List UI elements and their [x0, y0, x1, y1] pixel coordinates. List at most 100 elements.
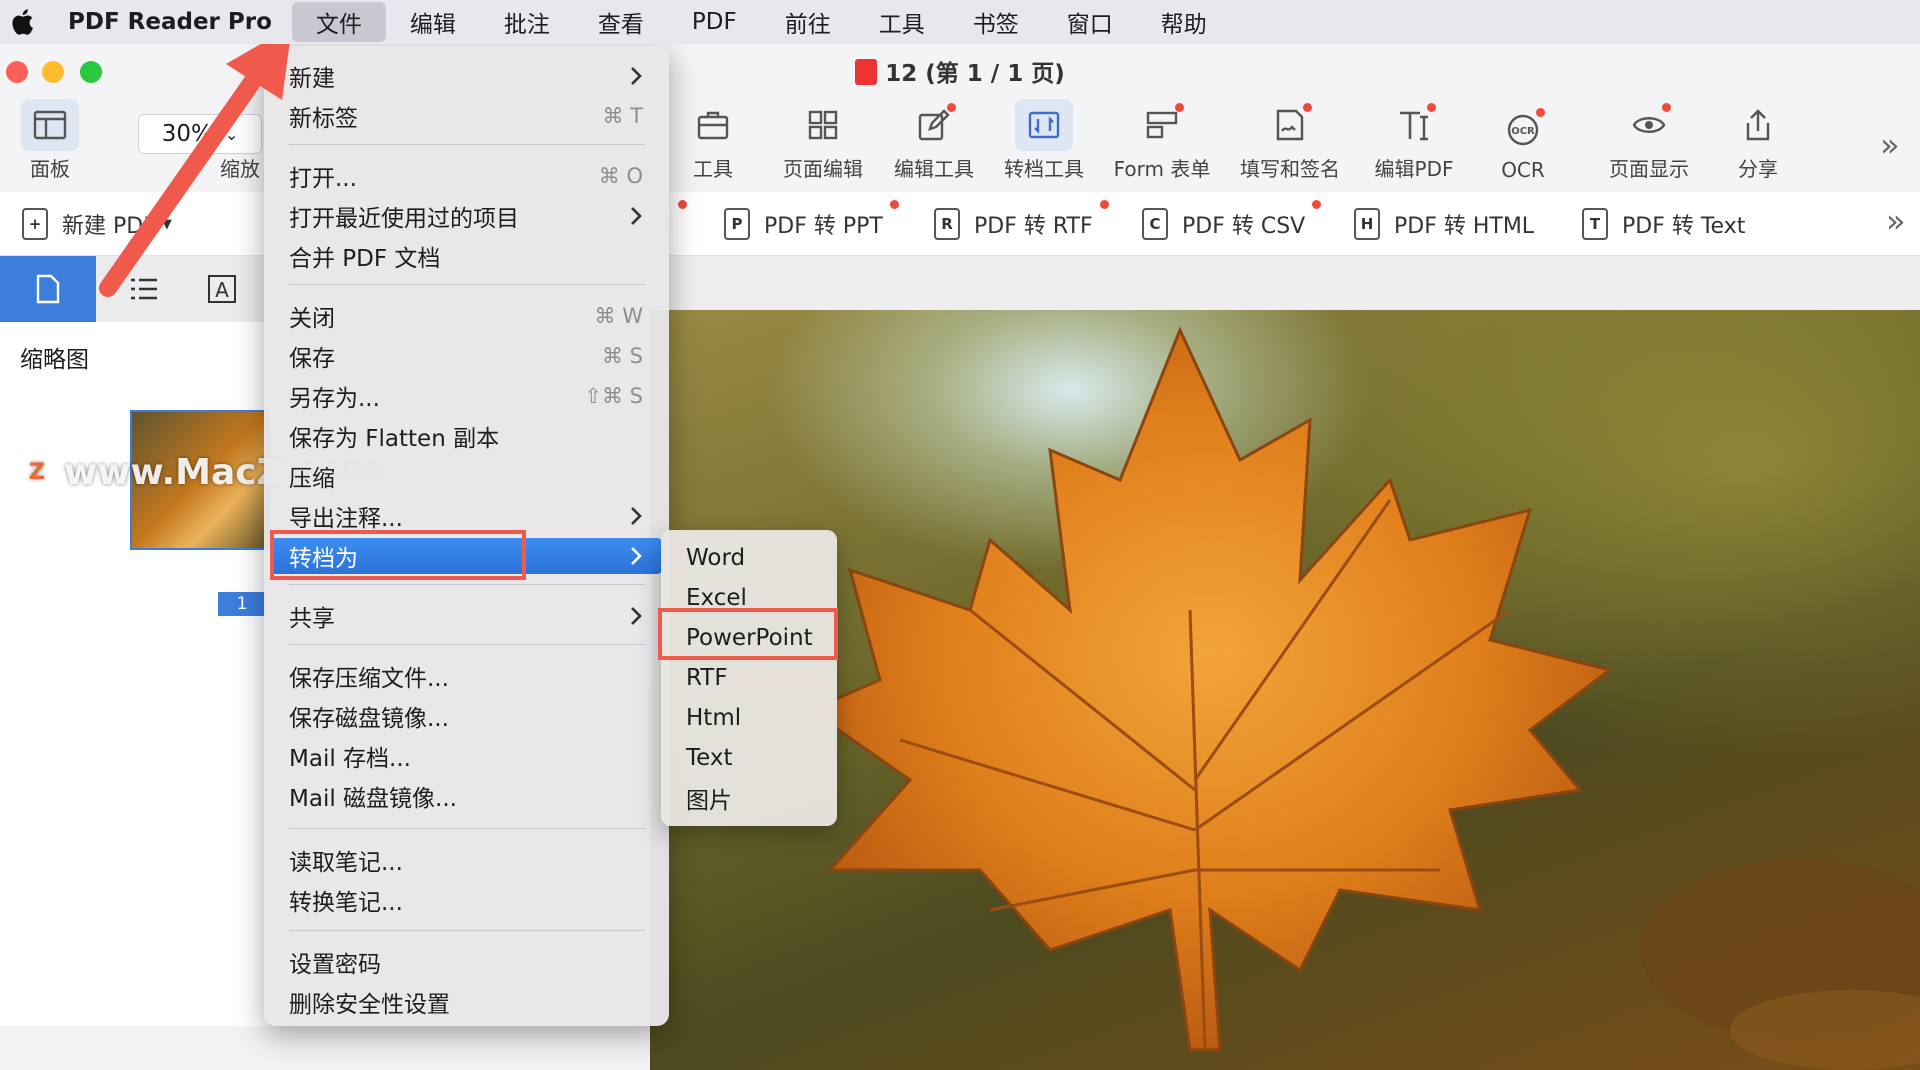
tools-button[interactable]: 工具	[688, 96, 738, 192]
menu-item-mail-disk-image[interactable]: Mail 磁盘镜像...	[264, 778, 669, 814]
apple-icon[interactable]	[4, 0, 40, 44]
more-chevron-icon[interactable]: »	[1880, 126, 1900, 164]
badge-dot	[1662, 103, 1671, 112]
menu-item-save-flatten[interactable]: 保存为 Flatten 副本	[264, 418, 669, 454]
menu-item-mail-archive[interactable]: Mail 存档...	[264, 738, 669, 774]
menu-item-set-password[interactable]: 设置密码	[264, 944, 669, 980]
menu-item-label: 另存为...	[289, 386, 380, 412]
menu-item-share[interactable]: 共享	[264, 598, 669, 634]
maple-leaf-image	[806, 326, 1920, 1070]
badge-dot	[1099, 200, 1109, 209]
highlight-box-powerpoint	[658, 608, 838, 660]
page-display-button[interactable]: 页面显示	[1604, 96, 1694, 192]
submenu-item-text[interactable]: Text	[686, 740, 733, 776]
pdf-to-html-button[interactable]: H PDF 转 HTML	[1354, 206, 1534, 242]
panel-label: 面板	[30, 157, 70, 181]
menu-pdf[interactable]: PDF	[668, 2, 761, 42]
menu-go[interactable]: 前往	[761, 2, 855, 42]
sidebar-tabs: A	[0, 256, 270, 322]
page-icon	[36, 274, 60, 304]
pdf-to-csv-button[interactable]: C PDF 转 CSV	[1142, 200, 1322, 242]
menubar: PDF Reader Pro 文件 编辑 批注 查看 PDF 前往 工具 书签 …	[0, 0, 1920, 44]
pdf-page[interactable]	[650, 310, 1920, 1070]
document-title: 12 (第 1 / 1 页)	[885, 61, 1065, 87]
pdf-to-ppt-button[interactable]: P PDF 转 PPT	[724, 200, 899, 242]
menu-item-export-annotations[interactable]: 导出注释...	[264, 498, 669, 534]
ocr-label: OCR	[1501, 158, 1545, 182]
highlight-box-convert-to	[270, 530, 526, 580]
menu-tools[interactable]: 工具	[855, 2, 949, 42]
tab-thumbnails[interactable]	[0, 256, 96, 322]
menu-item-label: 保存	[289, 346, 335, 372]
menu-file[interactable]: 文件	[291, 2, 386, 42]
more-chevron-icon[interactable]: »	[1886, 202, 1906, 240]
submenu-item-html[interactable]: Html	[686, 700, 741, 736]
csv-file-icon: C	[1142, 208, 1168, 240]
zoom-button[interactable]: 缩放	[210, 96, 270, 192]
menu-item-label: 新建	[289, 66, 335, 92]
pdf-to-rtf-label: PDF 转 RTF	[974, 214, 1093, 239]
page-number-badge: 1	[218, 592, 266, 616]
menu-item-label: 压缩	[289, 466, 335, 492]
menu-item-open-recent[interactable]: 打开最近使用过的项目	[264, 198, 669, 234]
page-edit-button[interactable]: 页面编辑	[780, 96, 866, 192]
share-button[interactable]: 分享	[1736, 96, 1780, 192]
app-name[interactable]: PDF Reader Pro	[68, 9, 272, 35]
shortcut-label: ⌘ O	[598, 164, 643, 188]
menu-edit[interactable]: 编辑	[386, 2, 480, 42]
menu-item-save-zip[interactable]: 保存压缩文件...	[264, 658, 669, 694]
badge-dot	[889, 200, 899, 209]
tab-outline[interactable]	[96, 256, 192, 322]
menu-item-new-tab[interactable]: 新标签 ⌘ T	[264, 98, 669, 134]
edit-pdf-button[interactable]: 编辑PDF	[1372, 96, 1456, 192]
menu-item-save[interactable]: 保存 ⌘ S	[264, 338, 669, 374]
menu-item-save-as[interactable]: 另存为... ⇧⌘ S	[264, 378, 669, 414]
menu-item-convert-notes[interactable]: 转换笔记...	[264, 882, 669, 918]
menu-item-remove-security[interactable]: 删除安全性设置	[264, 984, 669, 1020]
pdf-to-text-button[interactable]: T PDF 转 Text	[1582, 206, 1745, 242]
shortcut-label: ⌘ S	[601, 344, 643, 368]
menu-window[interactable]: 窗口	[1043, 2, 1137, 42]
tab-annotations[interactable]: A	[196, 256, 248, 322]
chevron-right-icon	[631, 207, 642, 225]
menu-view[interactable]: 查看	[574, 2, 668, 42]
new-pdf-button[interactable]: + 新建 PDF ▼	[22, 206, 172, 242]
convert-tools-button[interactable]: 转档工具	[1002, 96, 1086, 192]
grid-icon	[805, 107, 841, 143]
menu-annotate[interactable]: 批注	[480, 2, 574, 42]
menu-item-label: 打开...	[289, 166, 357, 192]
menu-item-label: 删除安全性设置	[289, 992, 450, 1018]
submenu-item-word[interactable]: Word	[686, 540, 745, 576]
sign-icon	[1272, 103, 1312, 143]
text-file-icon: T	[1582, 208, 1608, 240]
edit-tools-label: 编辑工具	[894, 157, 974, 181]
chevron-right-icon	[631, 607, 642, 625]
page-edit-label: 页面编辑	[783, 157, 863, 181]
menu-item-read-notes[interactable]: 读取笔记...	[264, 842, 669, 878]
menu-item-new[interactable]: 新建	[264, 58, 669, 94]
convert-tools-label: 转档工具	[1004, 157, 1084, 181]
menu-item-close[interactable]: 关闭 ⌘ W	[264, 298, 669, 334]
menu-item-compress[interactable]: 压缩	[264, 458, 669, 494]
html-file-icon: H	[1354, 208, 1380, 240]
form-button[interactable]: Form 表单	[1112, 96, 1212, 192]
submenu-item-image[interactable]: 图片	[686, 780, 732, 816]
menu-item-merge[interactable]: 合并 PDF 文档	[264, 238, 669, 274]
fill-sign-label: 填写和签名	[1240, 157, 1340, 181]
text-edit-icon	[1396, 103, 1436, 143]
submenu-item-rtf[interactable]: RTF	[686, 660, 728, 696]
menu-item-label: 导出注释...	[289, 506, 403, 532]
menu-item-save-disk-image[interactable]: 保存磁盘镜像...	[264, 698, 669, 734]
menu-item-label: 保存压缩文件...	[289, 666, 449, 692]
ocr-button[interactable]: OCR OCR	[1498, 96, 1548, 192]
ocr-icon: OCR	[1505, 108, 1545, 148]
menu-item-open[interactable]: 打开... ⌘ O	[264, 158, 669, 194]
menu-help[interactable]: 帮助	[1137, 2, 1231, 42]
menu-separator	[289, 828, 645, 829]
menu-bookmarks[interactable]: 书签	[949, 2, 1043, 42]
fill-sign-button[interactable]: 填写和签名	[1238, 96, 1342, 192]
pdf-to-rtf-button[interactable]: R PDF 转 RTF	[934, 200, 1109, 242]
menu-item-label: 保存为 Flatten 副本	[289, 426, 500, 452]
edit-tools-button[interactable]: 编辑工具	[892, 96, 976, 192]
panel-button[interactable]: 面板	[18, 96, 82, 192]
